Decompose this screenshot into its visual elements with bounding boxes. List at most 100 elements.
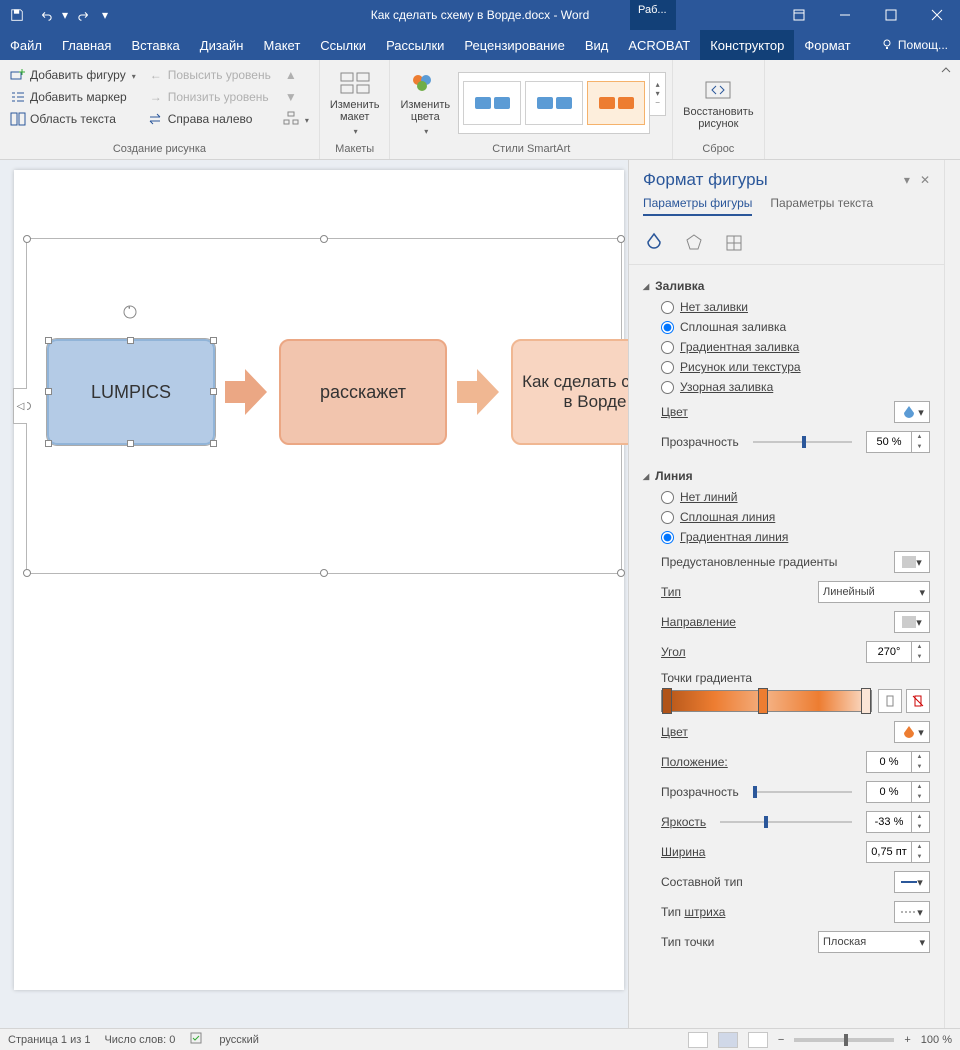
size-icon[interactable] xyxy=(723,232,745,254)
line-gradient-radio[interactable]: Градиентная линия xyxy=(643,527,930,547)
line-color-picker[interactable]: ▾ xyxy=(894,721,930,743)
tab-references[interactable]: Ссылки xyxy=(310,30,376,60)
gradient-stop[interactable] xyxy=(662,688,672,714)
shape-handle[interactable] xyxy=(45,337,52,344)
fill-pattern-radio[interactable]: Узорная заливка xyxy=(643,377,930,397)
line-section-header[interactable]: Линия xyxy=(643,465,930,487)
dash-type-picker[interactable]: ▾ xyxy=(894,901,930,923)
gradient-stops-bar[interactable] xyxy=(661,690,872,712)
promote-button[interactable]: ←Повысить уровень xyxy=(144,64,275,86)
gradient-angle-spinner[interactable]: ▲▼ xyxy=(866,641,930,663)
fill-gradient-radio[interactable]: Градиентная заливка xyxy=(643,337,930,357)
move-down-button[interactable]: ▼ xyxy=(279,86,313,108)
change-layout-button[interactable]: Изменить макет xyxy=(326,64,384,141)
brightness-slider[interactable] xyxy=(720,812,852,832)
fill-none-radio[interactable]: Нет заливки xyxy=(643,297,930,317)
handle[interactable] xyxy=(23,235,31,243)
redo-button[interactable] xyxy=(72,3,98,27)
word-count[interactable]: Число слов: 0 xyxy=(104,1034,175,1046)
fill-color-picker[interactable]: ▾ xyxy=(894,401,930,423)
tab-shape-options[interactable]: Параметры фигуры xyxy=(643,196,752,216)
cap-type-dropdown[interactable]: Плоская▾ xyxy=(818,931,930,953)
shape-2[interactable]: расскажет xyxy=(279,339,447,445)
arrow-1[interactable] xyxy=(225,369,267,415)
gradient-stop[interactable] xyxy=(758,688,768,714)
tab-constructor[interactable]: Конструктор xyxy=(700,30,794,60)
text-pane-button[interactable]: Область текста xyxy=(6,108,140,130)
gradient-presets-picker[interactable]: ▾ xyxy=(894,551,930,573)
save-button[interactable] xyxy=(4,3,30,27)
tab-mailings[interactable]: Рассылки xyxy=(376,30,454,60)
line-transparency-spinner[interactable]: ▲▼ xyxy=(866,781,930,803)
fill-section-header[interactable]: Заливка xyxy=(643,275,930,297)
layout-button[interactable] xyxy=(279,108,313,130)
pane-scrollbar[interactable] xyxy=(944,160,960,1028)
shape-handle[interactable] xyxy=(127,440,134,447)
zoom-in[interactable]: + xyxy=(904,1034,910,1046)
tab-text-options[interactable]: Параметры текста xyxy=(770,196,873,216)
move-up-button[interactable]: ▲ xyxy=(279,64,313,86)
tab-format[interactable]: Формат xyxy=(794,30,860,60)
shape-handle[interactable] xyxy=(210,337,217,344)
pane-menu[interactable]: ▾ xyxy=(904,173,910,187)
tab-review[interactable]: Рецензирование xyxy=(454,30,574,60)
fill-line-icon[interactable] xyxy=(643,232,665,254)
style-thumb-2[interactable] xyxy=(525,81,583,125)
add-shape-button[interactable]: Добавить фигуру xyxy=(6,64,140,86)
tab-layout[interactable]: Макет xyxy=(253,30,310,60)
change-colors-button[interactable]: Изменить цвета xyxy=(396,67,454,139)
style-thumb-1[interactable] xyxy=(463,81,521,125)
page-status[interactable]: Страница 1 из 1 xyxy=(8,1034,90,1046)
web-layout-view[interactable] xyxy=(748,1032,768,1048)
spell-check-icon[interactable] xyxy=(189,1031,205,1048)
line-transparency-slider[interactable] xyxy=(753,782,852,802)
shape-3[interactable]: Как сделать схему в Ворде xyxy=(511,339,628,445)
language-status[interactable]: русский xyxy=(219,1034,258,1046)
shape-handle[interactable] xyxy=(45,388,52,395)
fill-transparency-spinner[interactable]: ▲▼ xyxy=(866,431,930,453)
help-button[interactable]: Помощ... xyxy=(868,30,960,60)
undo-dropdown[interactable]: ▾ xyxy=(60,8,70,22)
demote-button[interactable]: →Понизить уровень xyxy=(144,86,275,108)
position-spinner[interactable]: ▲▼ xyxy=(866,751,930,773)
gradient-direction-picker[interactable]: ▾ xyxy=(894,611,930,633)
document-area[interactable]: ◁ LUMPICS расскажет Как сделать схему в xyxy=(0,160,628,1028)
style-thumb-3[interactable] xyxy=(587,81,645,125)
rtl-button[interactable]: Справа налево xyxy=(144,108,275,130)
text-pane-toggle[interactable]: ◁ xyxy=(13,388,27,424)
rotate-handle[interactable] xyxy=(121,303,139,321)
minimize-button[interactable] xyxy=(822,0,868,30)
tab-acrobat[interactable]: ACROBAT xyxy=(618,30,700,60)
read-mode-view[interactable] xyxy=(688,1032,708,1048)
collapse-ribbon[interactable] xyxy=(932,60,960,159)
arrow-2[interactable] xyxy=(457,369,499,415)
handle[interactable] xyxy=(617,235,625,243)
zoom-slider[interactable] xyxy=(794,1038,894,1042)
add-gradient-stop[interactable] xyxy=(878,689,902,713)
line-width-spinner[interactable]: ▲▼ xyxy=(866,841,930,863)
gradient-stop[interactable] xyxy=(861,688,871,714)
shape-handle[interactable] xyxy=(210,440,217,447)
tab-home[interactable]: Главная xyxy=(52,30,121,60)
handle[interactable] xyxy=(617,569,625,577)
line-none-radio[interactable]: Нет линий xyxy=(643,487,930,507)
qat-customize[interactable]: ▾ xyxy=(100,8,110,22)
handle[interactable] xyxy=(320,235,328,243)
maximize-button[interactable] xyxy=(868,0,914,30)
brightness-spinner[interactable]: ▲▼ xyxy=(866,811,930,833)
compound-type-picker[interactable]: ▾ xyxy=(894,871,930,893)
tab-design[interactable]: Дизайн xyxy=(190,30,254,60)
line-solid-radio[interactable]: Сплошная линия xyxy=(643,507,930,527)
reset-graphic-button[interactable]: Восстановить рисунок xyxy=(679,64,757,141)
tab-file[interactable]: Файл xyxy=(0,30,52,60)
smartart-container[interactable]: ◁ LUMPICS расскажет Как сделать схему в xyxy=(26,238,622,574)
undo-button[interactable] xyxy=(32,3,58,27)
shape-handle[interactable] xyxy=(45,440,52,447)
shape-handle[interactable] xyxy=(210,388,217,395)
effects-icon[interactable] xyxy=(683,232,705,254)
gallery-more[interactable]: ▴▾⎯ xyxy=(650,72,666,116)
tab-view[interactable]: Вид xyxy=(575,30,619,60)
fill-solid-radio[interactable]: Сплошная заливка xyxy=(643,317,930,337)
ribbon-display-options[interactable] xyxy=(776,0,822,30)
shape-1[interactable]: LUMPICS xyxy=(47,339,215,445)
